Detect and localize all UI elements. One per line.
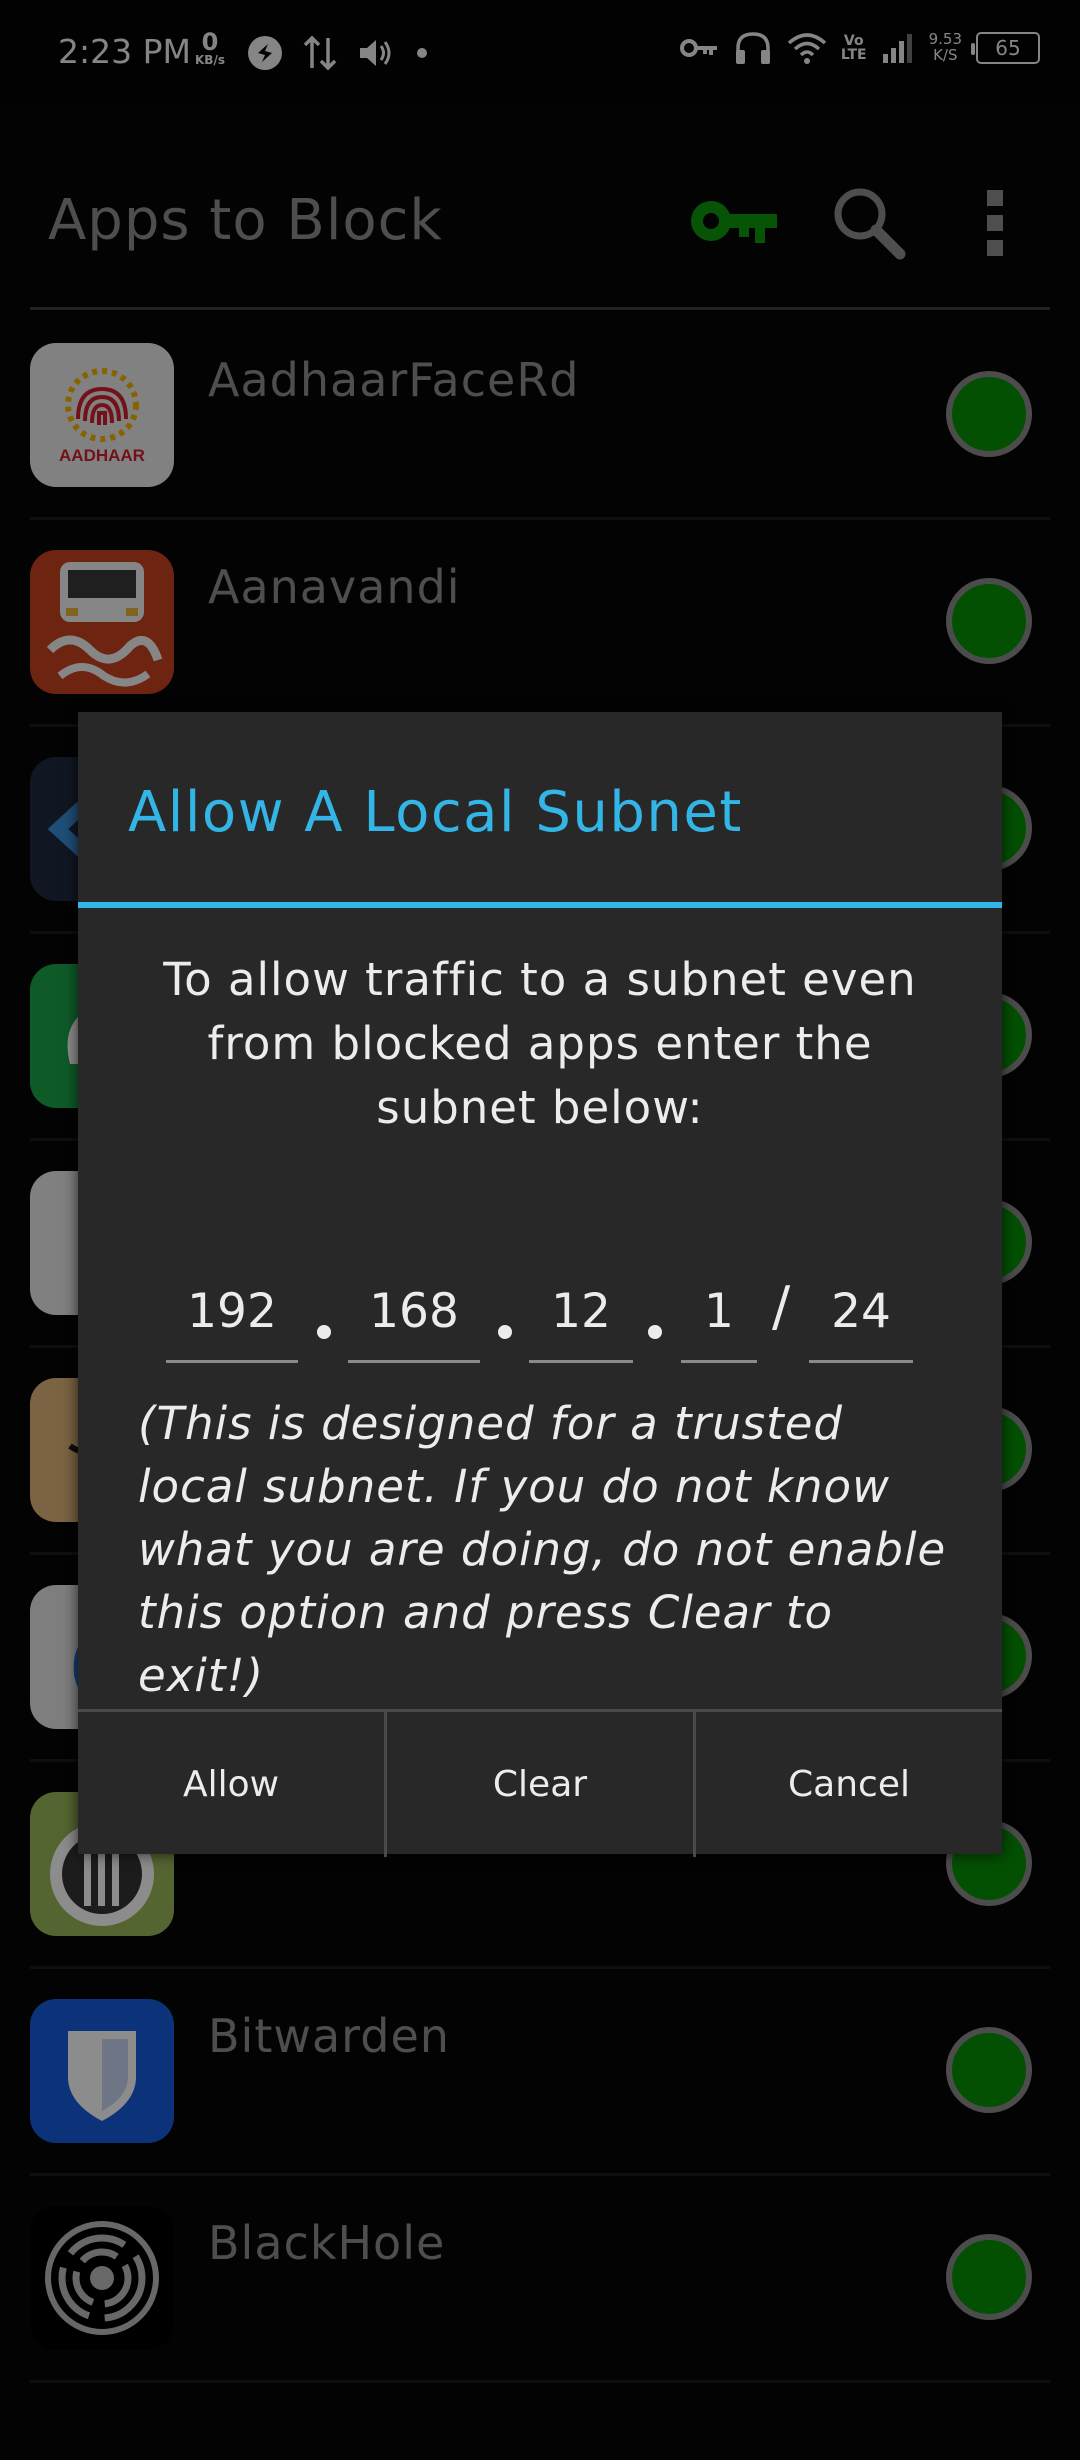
cancel-button[interactable]: Cancel: [696, 1712, 1002, 1857]
ip-dot-separator: [498, 1325, 512, 1339]
prefix-slash: /: [772, 1275, 791, 1338]
ip-octet-1-input[interactable]: 192: [166, 1267, 298, 1363]
ip-octet-4-input[interactable]: 1: [681, 1267, 757, 1363]
ip-octet-3-input[interactable]: 12: [529, 1267, 633, 1363]
allow-button[interactable]: Allow: [78, 1712, 387, 1857]
ip-octet-2-input[interactable]: 168: [348, 1267, 480, 1363]
dialog-title-divider: [78, 902, 1002, 908]
subnet-input-row: 192 168 12 1 / 24: [78, 1267, 1002, 1367]
subnet-prefix-input[interactable]: 24: [809, 1267, 913, 1363]
dialog-warning-note: (This is designed for a trusted local su…: [138, 1397, 947, 1702]
dialog-title: Allow A Local Subnet: [128, 780, 743, 845]
clear-button[interactable]: Clear: [387, 1712, 696, 1857]
ip-dot-separator: [648, 1325, 662, 1339]
dialog-button-bar: Allow Clear Cancel: [78, 1709, 1002, 1857]
allow-subnet-dialog: Allow A Local Subnet To allow traffic to…: [78, 712, 1002, 1857]
ip-dot-separator: [317, 1325, 331, 1339]
dialog-message: To allow traffic to a subnet even from b…: [163, 953, 917, 1134]
